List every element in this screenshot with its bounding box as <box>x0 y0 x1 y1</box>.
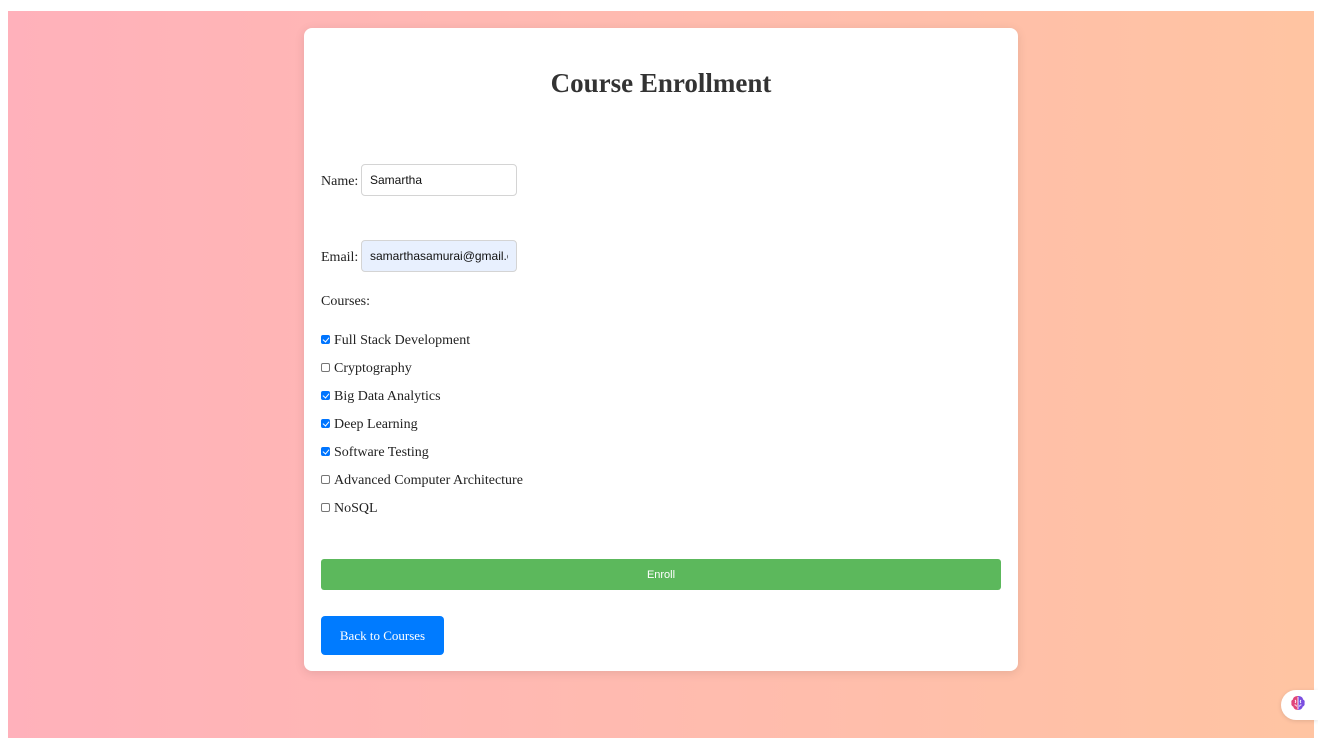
course-checkbox[interactable] <box>321 363 330 372</box>
courses-label: Courses: <box>321 294 370 309</box>
name-label: Name: <box>321 174 359 189</box>
course-item[interactable]: Big Data Analytics <box>321 389 523 417</box>
course-label: Deep Learning <box>334 417 418 432</box>
course-label: Big Data Analytics <box>334 389 441 404</box>
course-list: Full Stack Development Cryptography Big … <box>321 333 523 529</box>
page-title: Course Enrollment <box>550 68 772 98</box>
course-checkbox[interactable] <box>321 419 330 428</box>
course-checkbox[interactable] <box>321 447 330 456</box>
course-item[interactable]: Deep Learning <box>321 417 523 445</box>
email-label: Email: <box>321 250 359 265</box>
enrollment-card: Course Enrollment Name: Email: Courses: … <box>304 28 1018 671</box>
course-checkbox[interactable] <box>321 475 330 484</box>
course-item[interactable]: Advanced Computer Architecture <box>321 473 523 501</box>
course-label: NoSQL <box>334 501 378 516</box>
course-label: Software Testing <box>334 445 429 460</box>
course-item[interactable]: Software Testing <box>321 445 523 473</box>
course-checkbox[interactable] <box>321 391 330 400</box>
course-item[interactable]: NoSQL <box>321 501 523 529</box>
brain-icon <box>1289 694 1307 717</box>
email-input[interactable] <box>361 240 517 272</box>
course-label: Full Stack Development <box>334 333 471 348</box>
course-item[interactable]: Cryptography <box>321 361 523 389</box>
name-input[interactable] <box>361 164 517 196</box>
course-label: Cryptography <box>334 361 412 376</box>
extension-badge[interactable] <box>1281 690 1318 720</box>
course-checkbox[interactable] <box>321 503 330 512</box>
course-item[interactable]: Full Stack Development <box>321 333 523 361</box>
back-to-courses-button[interactable]: Back to Courses <box>321 616 444 655</box>
enroll-button[interactable]: Enroll <box>321 559 1001 590</box>
course-label: Advanced Computer Architecture <box>334 473 523 488</box>
course-checkbox[interactable] <box>321 335 330 344</box>
page-background: Course Enrollment Name: Email: Courses: … <box>8 11 1314 738</box>
